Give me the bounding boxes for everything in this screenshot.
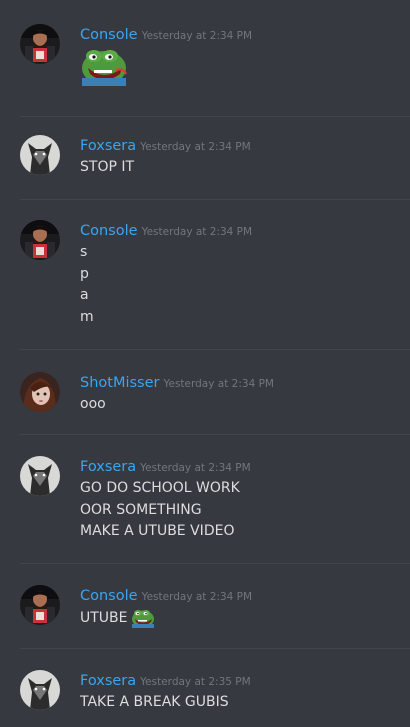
username[interactable]: Console: [80, 588, 138, 604]
message-divider: [20, 434, 410, 435]
message-line: a: [80, 287, 89, 303]
timestamp: Yesterday at 2:34 PM: [163, 378, 274, 390]
username[interactable]: Console: [80, 223, 138, 239]
foxsera-avatar-icon: [20, 135, 60, 175]
message-divider: [20, 563, 410, 564]
message-content: UTUBE: [80, 607, 155, 630]
shotmisser-avatar-icon: [20, 372, 60, 412]
avatar-console[interactable]: [20, 24, 60, 64]
timestamp: Yesterday at 2:35 PM: [140, 676, 251, 688]
message-line: s: [80, 244, 88, 260]
avatar-foxsera[interactable]: [20, 670, 60, 710]
avatar-console[interactable]: [20, 585, 60, 625]
message-content: TAKE A BREAK GUBIS: [80, 692, 229, 714]
message-divider: [20, 648, 410, 649]
timestamp: Yesterday at 2:34 PM: [141, 591, 253, 603]
pepe-rage-emoji-icon[interactable]: [131, 607, 155, 629]
message-line: ooo: [80, 396, 106, 412]
timestamp: Yesterday at 2:34 PM: [141, 226, 253, 238]
foxsera-avatar-icon: [20, 670, 60, 710]
username[interactable]: Console: [80, 27, 138, 43]
message-line: UTUBE: [80, 607, 155, 630]
console-avatar-icon: [20, 220, 60, 260]
message-content: STOP IT: [80, 157, 134, 179]
message-content: GO DO SCHOOL WORK OOR SOMETHING MAKE A U…: [80, 478, 240, 543]
pepe-rage-emoji-icon[interactable]: [80, 46, 128, 86]
message-line: GO DO SCHOOL WORK: [80, 480, 240, 496]
timestamp: Yesterday at 2:34 PM: [141, 30, 253, 42]
avatar-console[interactable]: [20, 220, 60, 260]
message-line: TAKE A BREAK GUBIS: [80, 694, 229, 710]
username[interactable]: ShotMisser: [80, 375, 159, 391]
message-divider: [20, 349, 410, 350]
message-divider: [20, 116, 410, 117]
console-avatar-icon: [20, 24, 60, 64]
message-content: ooo: [80, 394, 106, 416]
message-line: OOR SOMETHING: [80, 501, 202, 518]
avatar-foxsera[interactable]: [20, 456, 60, 496]
message-line: STOP IT: [80, 159, 135, 175]
message-divider: [20, 199, 410, 200]
timestamp: Yesterday at 2:34 PM: [140, 462, 251, 474]
avatar-shotmisser[interactable]: [20, 372, 60, 412]
console-avatar-icon: [20, 585, 60, 625]
message-content: s p a m: [80, 242, 94, 328]
message-line: p: [80, 265, 89, 282]
username[interactable]: Foxsera: [80, 138, 136, 154]
username[interactable]: Foxsera: [80, 459, 136, 475]
avatar-foxsera[interactable]: [20, 135, 60, 175]
message-text: UTUBE: [80, 610, 128, 626]
foxsera-avatar-icon: [20, 456, 60, 496]
timestamp: Yesterday at 2:34 PM: [140, 141, 251, 153]
message-line: MAKE A UTUBE VIDEO: [80, 523, 235, 539]
message-line: m: [80, 308, 94, 325]
username[interactable]: Foxsera: [80, 673, 136, 689]
